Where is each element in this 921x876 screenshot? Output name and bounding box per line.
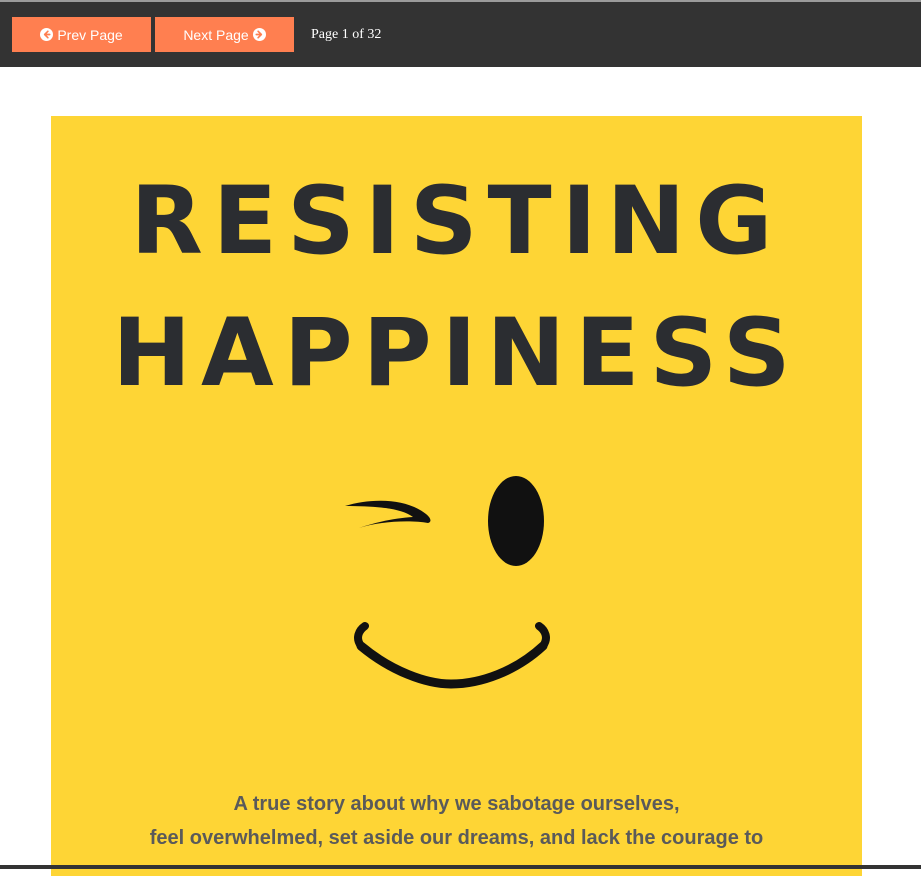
next-page-button[interactable]: Next Page — [155, 17, 294, 52]
prev-page-button[interactable]: Prev Page — [12, 17, 151, 52]
page-indicator: Page 1 of 32 — [311, 27, 382, 42]
window-bottom-border — [0, 865, 921, 869]
arrow-circle-right-icon — [252, 28, 266, 41]
cover-subtitle-line-2: feel overwhelmed, set aside our dreams, … — [149, 827, 764, 849]
cover-subtitle-line-1: A true story about why we sabotage ourse… — [233, 793, 680, 815]
cover-title-line-2: HAPPINESS — [112, 299, 801, 408]
prev-page-label: Prev Page — [57, 26, 123, 43]
pdf-toolbar: Prev Page Next Page Page 1 of 32 — [0, 2, 921, 67]
arrow-circle-left-icon — [40, 28, 54, 41]
winking-eye — [345, 500, 431, 528]
smile — [356, 641, 548, 689]
next-page-label: Next Page — [183, 26, 249, 43]
cover-title-line-1: RESISTING — [130, 167, 783, 276]
book-cover-page: RESISTING HAPPINESS A true story about w… — [51, 116, 862, 876]
open-eye — [488, 476, 544, 566]
document-viewport[interactable]: RESISTING HAPPINESS A true story about w… — [0, 67, 921, 876]
winking-smiley-icon — [345, 476, 550, 689]
